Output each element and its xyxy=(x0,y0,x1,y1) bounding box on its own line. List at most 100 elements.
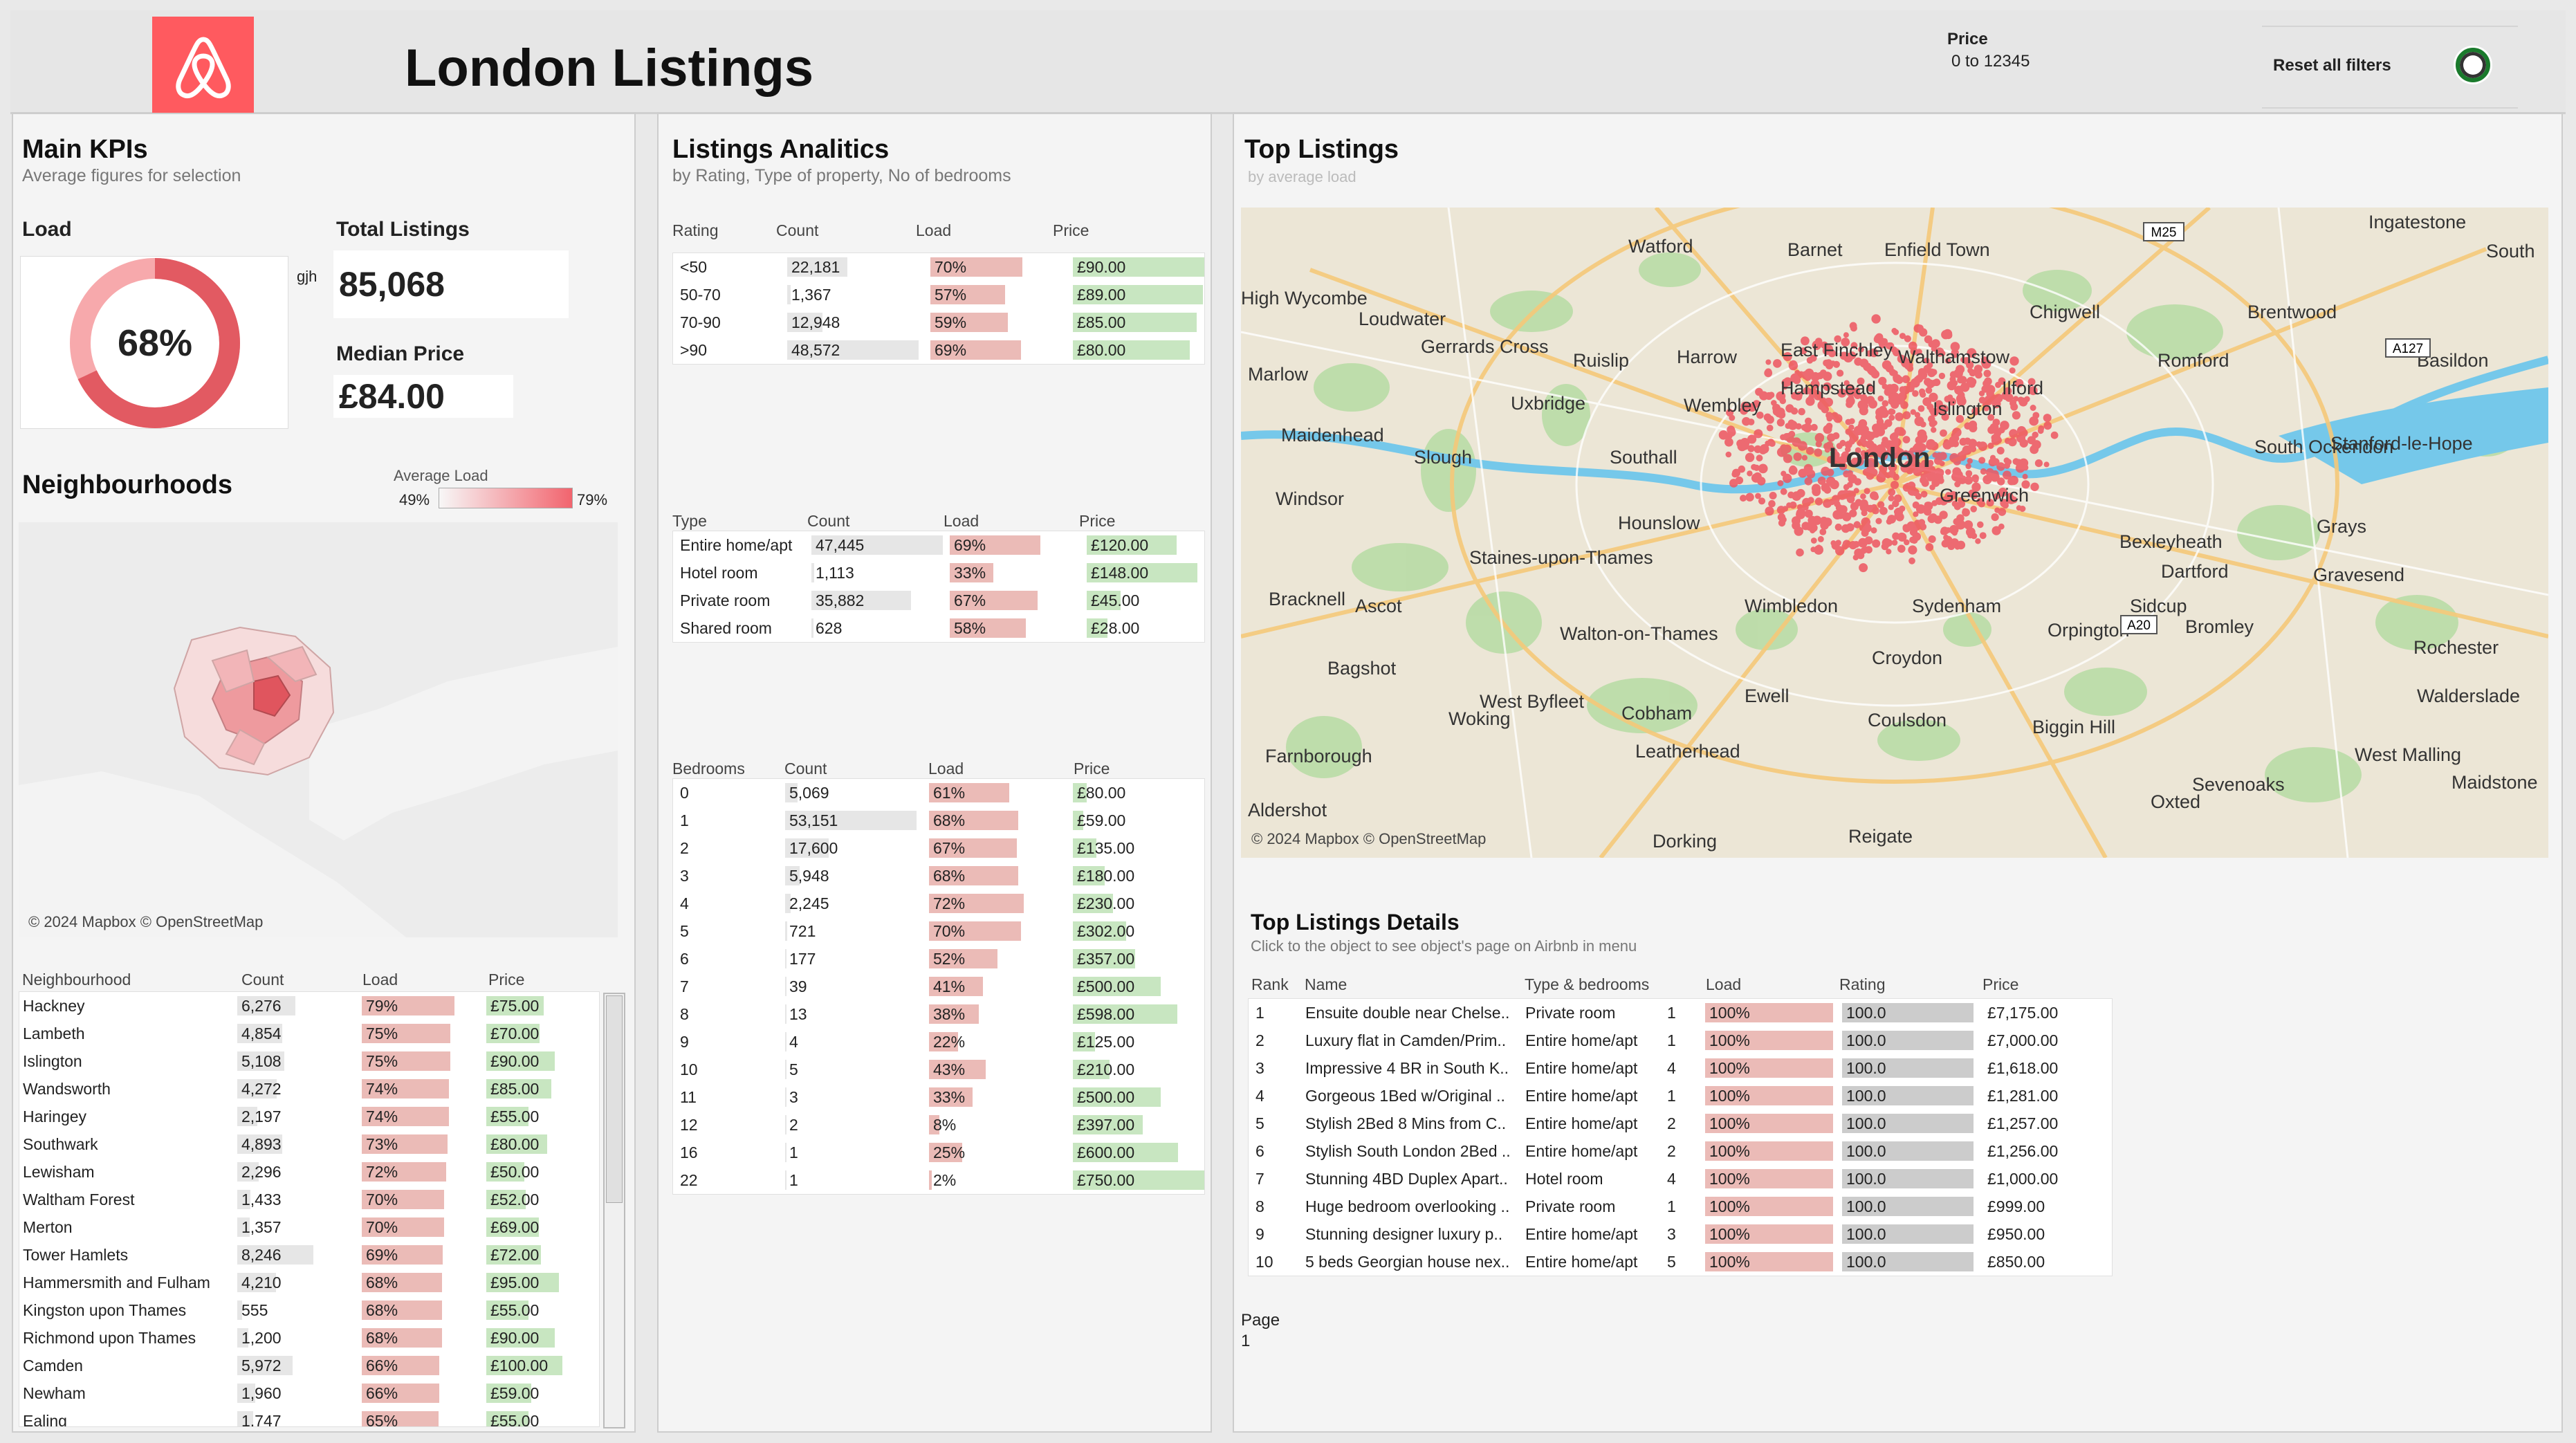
listing-dot[interactable] xyxy=(1804,477,1813,486)
table-row[interactable]: Kingston upon Thames 555 68% £55.00 xyxy=(19,1296,599,1324)
listing-dot[interactable] xyxy=(1917,405,1925,412)
neighbourhoods-scrollbar[interactable] xyxy=(603,993,625,1428)
table-row[interactable]: 6 177 52% £357.00 xyxy=(673,945,1204,973)
listing-dot[interactable] xyxy=(1886,518,1893,525)
listing-dot[interactable] xyxy=(1814,497,1823,506)
listing-dot[interactable] xyxy=(1853,521,1861,529)
listing-dot[interactable] xyxy=(1906,381,1913,389)
listing-row[interactable]: 9 Stunning designer luxury p.. Entire home… xyxy=(1249,1220,2112,1248)
listing-dot[interactable] xyxy=(2029,416,2039,426)
listing-dot[interactable] xyxy=(1810,423,1818,431)
listing-dot[interactable] xyxy=(1991,434,1998,441)
table-row[interactable]: 9 4 22% £125.00 xyxy=(673,1028,1204,1056)
listing-row[interactable]: 7 Stunning 4BD Duplex Apart.. Hotel room 4 1… xyxy=(1249,1165,2112,1193)
listing-dot[interactable] xyxy=(2018,397,2028,407)
listing-dot[interactable] xyxy=(1745,452,1755,462)
listing-dot[interactable] xyxy=(2003,470,2012,480)
table-row[interactable]: Haringey 2,197 74% £55.00 xyxy=(19,1103,599,1130)
listing-dot[interactable] xyxy=(1732,468,1740,477)
listing-dot[interactable] xyxy=(1793,452,1802,461)
listing-dot[interactable] xyxy=(1919,388,1926,395)
listing-dot[interactable] xyxy=(1957,376,1965,384)
listing-dot[interactable] xyxy=(1965,463,1971,470)
listing-dot[interactable] xyxy=(1823,499,1832,508)
listing-dot[interactable] xyxy=(1924,502,1933,511)
table-row[interactable]: Shared room 628 58% £28.00 xyxy=(673,614,1204,642)
listing-dot[interactable] xyxy=(1849,432,1859,443)
listing-dot[interactable] xyxy=(1980,468,1987,475)
listing-dot[interactable] xyxy=(1952,467,1962,477)
listing-dot[interactable] xyxy=(1819,369,1827,376)
listing-dot[interactable] xyxy=(1801,454,1807,461)
table-row[interactable]: 8 13 38% £598.00 xyxy=(673,1000,1204,1028)
listing-dot[interactable] xyxy=(1945,527,1951,533)
listing-dot[interactable] xyxy=(1978,441,1988,451)
listing-dot[interactable] xyxy=(1908,557,1915,564)
listing-dot[interactable] xyxy=(1798,468,1807,478)
listing-dot[interactable] xyxy=(1913,502,1919,508)
listing-dot[interactable] xyxy=(1777,480,1784,486)
listing-dot[interactable] xyxy=(1801,424,1808,431)
listing-dot[interactable] xyxy=(1863,362,1872,371)
listing-dot[interactable] xyxy=(1805,522,1814,531)
listing-dot[interactable] xyxy=(1962,508,1968,514)
listing-dot[interactable] xyxy=(1804,509,1813,518)
listing-dot[interactable] xyxy=(1843,332,1849,338)
listing-dot[interactable] xyxy=(1782,506,1789,512)
listing-dot[interactable] xyxy=(1785,423,1792,429)
table-row[interactable]: Wandsworth 4,272 74% £85.00 xyxy=(19,1075,599,1103)
listing-dot[interactable] xyxy=(1859,499,1868,508)
listing-dot[interactable] xyxy=(1783,433,1791,441)
listing-dot[interactable] xyxy=(1915,493,1922,500)
listing-dot[interactable] xyxy=(1978,390,1985,396)
listing-dot[interactable] xyxy=(2050,431,2059,439)
listing-dot[interactable] xyxy=(1882,538,1891,548)
listing-dot[interactable] xyxy=(1864,488,1870,495)
listing-dot[interactable] xyxy=(1849,322,1857,330)
listing-dot[interactable] xyxy=(1766,424,1774,432)
neighbourhoods-map[interactable]: © 2024 Mapbox © OpenStreetMap xyxy=(19,522,618,937)
listing-dot[interactable] xyxy=(1875,517,1882,524)
listing-dot[interactable] xyxy=(1854,478,1861,486)
listing-dot[interactable] xyxy=(1787,491,1795,499)
listing-dot[interactable] xyxy=(1747,445,1755,452)
listing-dot[interactable] xyxy=(1979,532,1987,540)
listing-dot[interactable] xyxy=(2030,482,2039,491)
listing-row[interactable]: 10 5 beds Georgian house nex.. Entire home… xyxy=(1249,1248,2112,1276)
listing-dot[interactable] xyxy=(1902,411,1911,420)
listing-dot[interactable] xyxy=(1888,488,1896,496)
listing-dot[interactable] xyxy=(1870,527,1877,534)
listing-dot[interactable] xyxy=(1915,374,1924,383)
listing-dot[interactable] xyxy=(1823,359,1830,367)
listing-dot[interactable] xyxy=(1928,535,1936,543)
scrollbar-thumb[interactable] xyxy=(606,995,623,1203)
listing-dot[interactable] xyxy=(1805,417,1812,425)
listing-dot[interactable] xyxy=(1942,329,1953,339)
listing-dot[interactable] xyxy=(1913,511,1919,517)
listing-dot[interactable] xyxy=(1987,442,1994,449)
listing-dot[interactable] xyxy=(1949,453,1959,463)
listing-dot[interactable] xyxy=(1894,511,1902,519)
listing-dot[interactable] xyxy=(1768,499,1776,508)
listing-dot[interactable] xyxy=(1996,447,2005,454)
listing-dot[interactable] xyxy=(1848,490,1856,499)
table-row[interactable]: Camden 5,972 66% £100.00 xyxy=(19,1352,599,1379)
table-row[interactable]: 16 1 25% £600.00 xyxy=(673,1139,1204,1166)
listing-dot[interactable] xyxy=(1811,484,1821,493)
listing-dot[interactable] xyxy=(1830,360,1836,367)
listing-dot[interactable] xyxy=(1895,412,1904,421)
listing-dot[interactable] xyxy=(1877,501,1885,508)
listing-dot[interactable] xyxy=(1796,509,1805,520)
listing-dot[interactable] xyxy=(1891,540,1898,546)
listing-dot[interactable] xyxy=(1911,527,1918,535)
listing-dot[interactable] xyxy=(1832,432,1840,440)
listing-dot[interactable] xyxy=(1953,518,1960,526)
table-row[interactable]: Hackney 6,276 79% £75.00 xyxy=(19,992,599,1020)
listing-dot[interactable] xyxy=(1783,473,1792,484)
listing-dot[interactable] xyxy=(1857,551,1865,560)
listing-dot[interactable] xyxy=(1837,512,1844,520)
listing-dot[interactable] xyxy=(1954,385,1964,395)
listing-dot[interactable] xyxy=(1751,463,1758,470)
listing-dot[interactable] xyxy=(1944,469,1951,475)
table-row[interactable]: 0 5,069 61% £80.00 xyxy=(673,779,1204,807)
